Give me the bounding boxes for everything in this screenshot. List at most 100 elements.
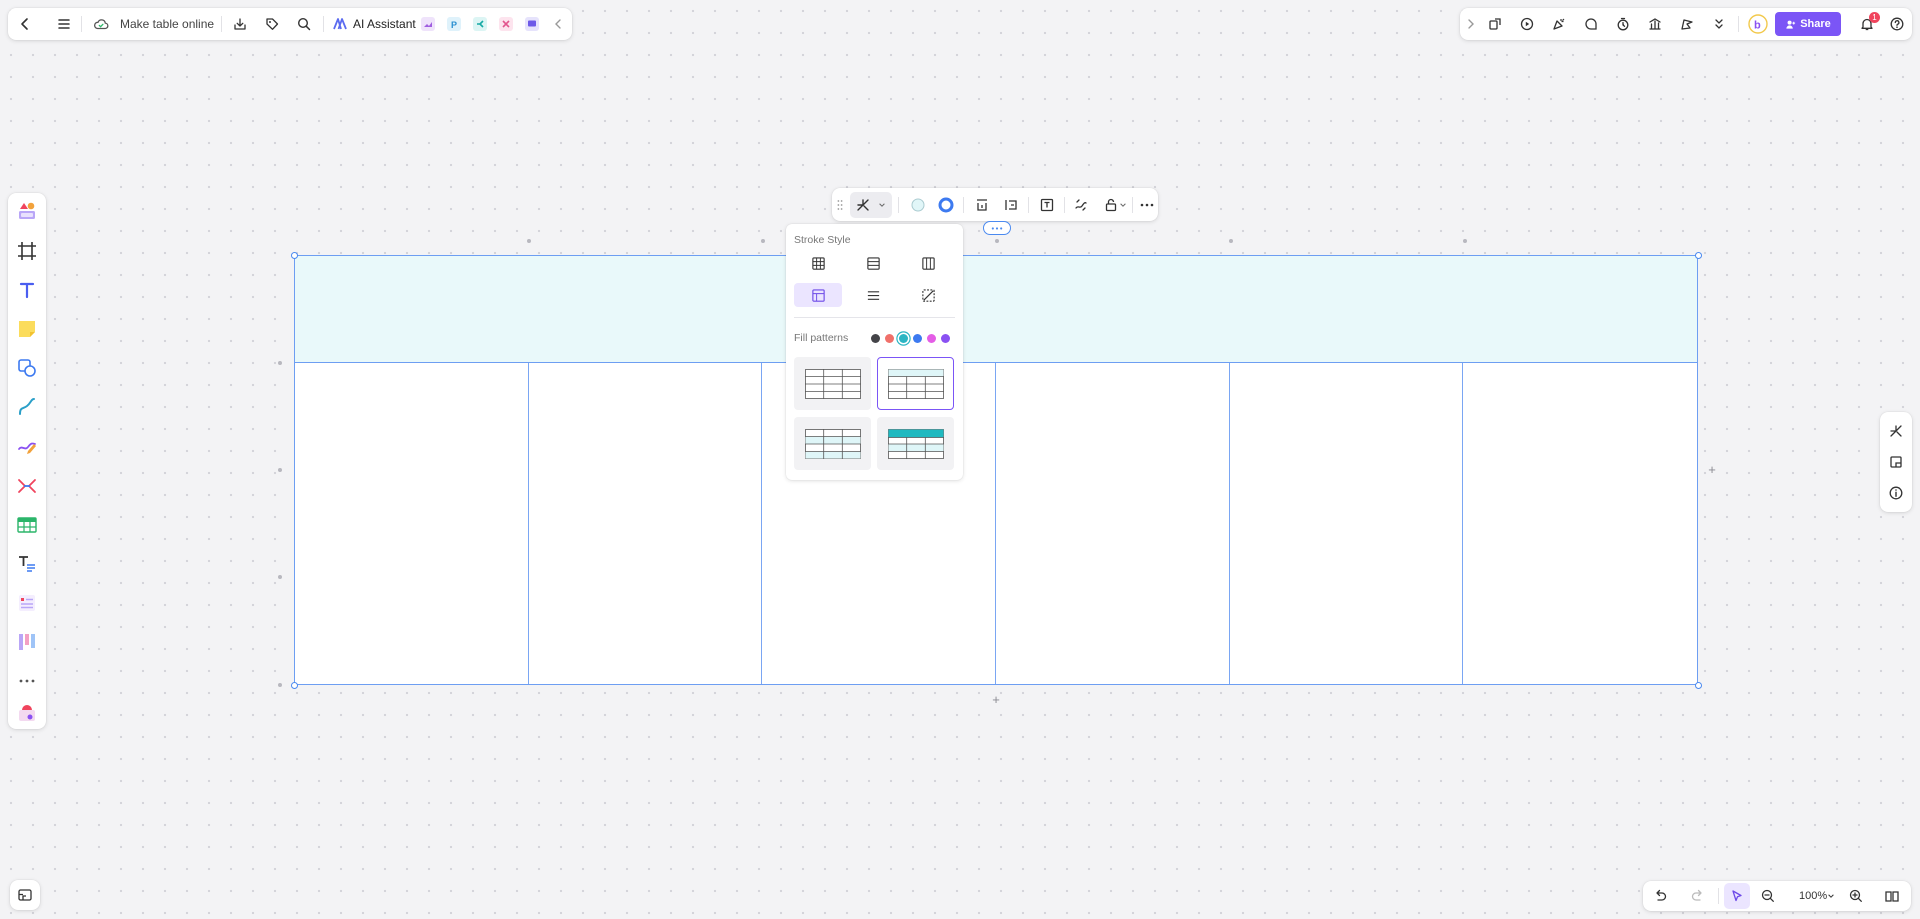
row-handle[interactable] xyxy=(278,575,282,579)
collapse-icon[interactable] xyxy=(549,11,567,37)
format-painter-icon[interactable] xyxy=(1883,449,1909,475)
more-options-icon[interactable] xyxy=(1136,192,1158,218)
color-swatch-dark[interactable] xyxy=(871,334,880,343)
column-handle[interactable] xyxy=(1463,239,1467,243)
tag-icon[interactable] xyxy=(259,11,285,37)
help-icon[interactable] xyxy=(1884,11,1910,37)
celebrate-icon[interactable] xyxy=(1546,11,1572,37)
fill-color-button[interactable] xyxy=(905,192,931,218)
column-handle[interactable] xyxy=(1229,239,1233,243)
minimap-toggle[interactable] xyxy=(10,880,40,910)
book-view-icon[interactable] xyxy=(1879,883,1905,909)
drag-handle-icon[interactable] xyxy=(834,192,846,218)
more-tools-icon[interactable] xyxy=(15,669,39,693)
vertical-borders-icon[interactable] xyxy=(904,251,952,275)
filled-header-pattern[interactable] xyxy=(877,417,954,470)
list-card-icon[interactable] xyxy=(15,591,39,615)
table-tool-icon[interactable] xyxy=(15,513,39,537)
add-row-icon[interactable]: + xyxy=(989,692,1003,707)
lock-chevron-down-icon[interactable] xyxy=(1116,192,1130,218)
kanban-icon[interactable] xyxy=(15,630,39,654)
info-icon[interactable] xyxy=(1883,480,1909,506)
header-pattern[interactable] xyxy=(877,357,954,410)
share-button[interactable]: Share xyxy=(1775,12,1841,36)
row-handle[interactable] xyxy=(278,683,282,687)
connector-icon[interactable] xyxy=(15,395,39,419)
divider xyxy=(1738,16,1739,32)
color-swatch-blue[interactable] xyxy=(913,334,922,343)
text-icon[interactable] xyxy=(15,278,39,302)
zoom-out-icon[interactable] xyxy=(1755,883,1781,909)
table-cell[interactable] xyxy=(1229,363,1464,684)
download-icon[interactable] xyxy=(227,11,253,37)
play-icon[interactable] xyxy=(1514,11,1540,37)
table-cell[interactable] xyxy=(996,363,1230,684)
table-more-handle[interactable] xyxy=(983,221,1011,235)
banded-rows-pattern[interactable] xyxy=(794,417,871,470)
column-handle[interactable] xyxy=(527,239,531,243)
expand-icon[interactable] xyxy=(1462,11,1480,37)
sticky-note-icon[interactable] xyxy=(15,317,39,341)
table-cell[interactable] xyxy=(295,363,529,684)
insert-column-icon[interactable] xyxy=(998,192,1024,218)
no-border-icon[interactable] xyxy=(904,283,952,307)
column-handle[interactable] xyxy=(761,239,765,243)
resize-handle-tl[interactable] xyxy=(291,252,298,259)
plain-pattern[interactable] xyxy=(794,357,871,410)
insert-row-icon[interactable] xyxy=(969,192,995,218)
ai-tools-icon[interactable] xyxy=(1482,11,1508,37)
mindmap-icon[interactable] xyxy=(473,17,487,31)
table-cell[interactable] xyxy=(528,363,763,684)
color-swatch-pink[interactable] xyxy=(927,334,936,343)
vote-icon[interactable] xyxy=(1642,11,1668,37)
color-swatch-red[interactable] xyxy=(885,334,894,343)
mindmap-tool-icon[interactable] xyxy=(15,474,39,498)
zoom-chevron-down-icon[interactable] xyxy=(1823,883,1839,909)
color-swatch-purple[interactable] xyxy=(941,334,950,343)
all-borders-icon[interactable] xyxy=(794,251,842,275)
document-title[interactable]: Make table online xyxy=(120,17,214,31)
flowchart-icon[interactable] xyxy=(499,17,513,31)
chat-icon[interactable] xyxy=(525,17,539,31)
ai-magic-icon[interactable] xyxy=(1068,192,1094,218)
add-column-icon[interactable]: + xyxy=(1705,462,1719,477)
row-handle[interactable] xyxy=(278,468,282,472)
border-color-button[interactable] xyxy=(933,192,959,218)
text-format-icon[interactable] xyxy=(1034,192,1060,218)
stroke-style-button[interactable] xyxy=(850,192,892,218)
menu-icon[interactable] xyxy=(51,11,77,37)
resize-handle-tr[interactable] xyxy=(1695,252,1702,259)
horizontal-borders-icon[interactable] xyxy=(849,251,897,275)
inner-horizontal-icon[interactable] xyxy=(849,283,897,307)
row-handle[interactable] xyxy=(278,361,282,365)
table-grid[interactable] xyxy=(294,255,1698,685)
column-handle[interactable] xyxy=(995,239,999,243)
table-cell[interactable] xyxy=(1463,363,1697,684)
shapes-icon[interactable] xyxy=(15,356,39,380)
presentation-icon[interactable]: P xyxy=(447,17,461,31)
table-header-row[interactable] xyxy=(295,256,1697,363)
resize-handle-br[interactable] xyxy=(1695,682,1702,689)
image-gen-icon[interactable] xyxy=(421,17,435,31)
back-icon[interactable] xyxy=(12,11,38,37)
apps-icon[interactable] xyxy=(15,701,39,725)
present-flag-icon[interactable] xyxy=(1674,11,1700,37)
undo-icon[interactable] xyxy=(1647,883,1673,909)
pen-icon[interactable] xyxy=(15,434,39,458)
header-borders-icon[interactable] xyxy=(794,283,842,307)
more-down-icon[interactable] xyxy=(1706,11,1732,37)
avatar[interactable]: b xyxy=(1745,11,1771,37)
timer-icon[interactable] xyxy=(1610,11,1636,37)
select-tool-icon[interactable] xyxy=(1724,883,1750,909)
templates-icon[interactable] xyxy=(15,199,39,223)
text-box-icon[interactable] xyxy=(15,552,39,576)
ai-magic-side-icon[interactable] xyxy=(1883,418,1909,444)
comment-icon[interactable] xyxy=(1578,11,1604,37)
table-element[interactable] xyxy=(294,255,1698,685)
color-swatch-teal[interactable] xyxy=(899,334,908,343)
resize-handle-bl[interactable] xyxy=(291,682,298,689)
zoom-in-icon[interactable] xyxy=(1843,883,1869,909)
search-icon[interactable] xyxy=(291,11,317,37)
redo-icon[interactable] xyxy=(1685,883,1711,909)
frame-icon[interactable] xyxy=(15,239,39,263)
